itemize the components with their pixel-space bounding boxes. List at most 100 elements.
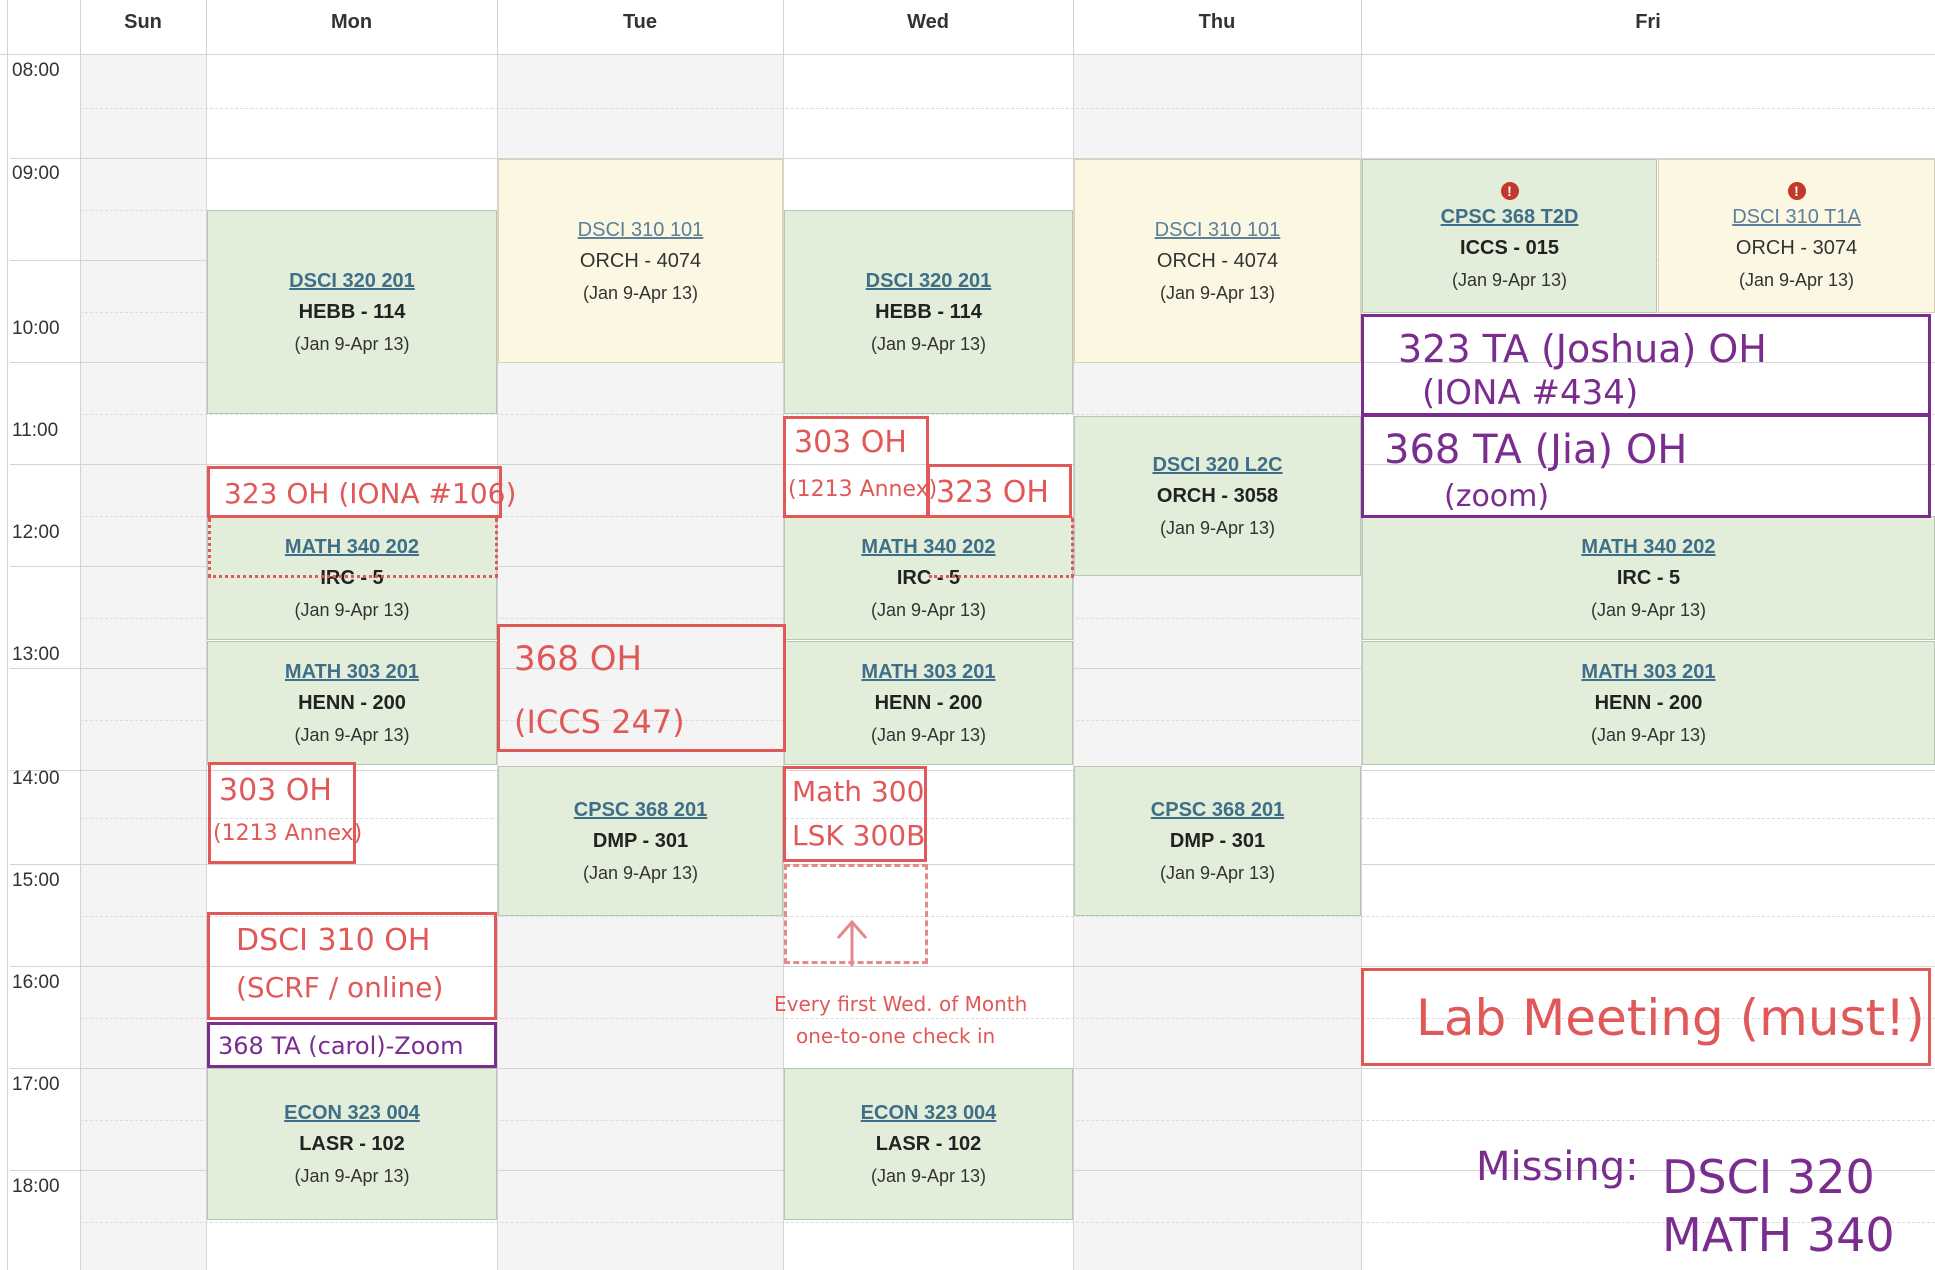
annotation-tue-368-oh: 368 OH (ICCS 247): [497, 624, 786, 752]
event-dates: (Jan 9-Apr 13): [294, 724, 410, 745]
event-mon-dsci320[interactable]: DSCI 320 201 HEBB - 114 (Jan 9-Apr 13): [207, 210, 497, 414]
event-title[interactable]: MATH 303 201: [1581, 661, 1715, 684]
event-location: HEBB - 114: [298, 300, 406, 323]
event-title[interactable]: ECON 323 004: [861, 1102, 997, 1125]
annotation-text: 323 TA (Joshua) OH: [1398, 327, 1767, 371]
event-title[interactable]: DSCI 310 101: [1155, 219, 1281, 242]
annotation-mon-dotted-box: [208, 518, 498, 578]
event-tue-dsci310[interactable]: DSCI 310 101 ORCH - 4074 (Jan 9-Apr 13): [498, 159, 783, 363]
event-location: LASR - 102: [875, 1132, 982, 1155]
day-header-wed: Wed: [907, 11, 949, 33]
event-wed-dsci320[interactable]: DSCI 320 201 HEBB - 114 (Jan 9-Apr 13): [784, 210, 1073, 414]
annotation-mon-dsci310-oh: DSCI 310 OH (SCRF / online): [207, 912, 497, 1020]
annotation-mon-323-oh: 323 OH (IONA #106): [207, 466, 516, 518]
event-location: HENN - 200: [298, 691, 406, 714]
event-title[interactable]: DSCI 320 201: [866, 270, 992, 293]
event-location: ORCH - 4074: [579, 249, 702, 272]
warning-icon[interactable]: !: [1500, 181, 1519, 200]
event-dates: (Jan 9-Apr 13): [870, 1165, 987, 1186]
event-title[interactable]: ECON 323 004: [284, 1102, 420, 1125]
annotation-text: DSCI 310 OH: [236, 923, 431, 958]
event-location: HENN - 200: [1594, 691, 1703, 714]
annotation-fri-lab-meeting: Lab Meeting (must!): [1361, 968, 1931, 1066]
event-location: ICCS - 015: [1460, 236, 1559, 259]
event-dates: (Jan 9-Apr 13): [294, 1165, 410, 1186]
event-wed-econ323[interactable]: ECON 323 004 LASR - 102 (Jan 9-Apr 13): [784, 1068, 1073, 1220]
warning-icon[interactable]: !: [1787, 181, 1806, 200]
day-header-fri: Fri: [1635, 11, 1661, 33]
event-title[interactable]: CPSC 368 201: [1151, 799, 1284, 822]
event-title[interactable]: DSCI 320 L2C: [1152, 454, 1282, 477]
event-mon-math303[interactable]: MATH 303 201 HENN - 200 (Jan 9-Apr 13): [207, 641, 497, 765]
event-title[interactable]: MATH 340 202: [1581, 536, 1715, 559]
event-fri-math340[interactable]: MATH 340 202 IRC - 5 (Jan 9-Apr 13): [1362, 516, 1935, 640]
grid-line: [80, 1222, 1935, 1223]
event-fri-math303[interactable]: MATH 303 201 HENN - 200 (Jan 9-Apr 13): [1362, 641, 1935, 765]
annotation-wed-math300: Math 300 LSK 300B: [783, 766, 927, 862]
grid-line: [10, 864, 1935, 865]
event-location: HEBB - 114: [875, 300, 982, 323]
day-header-thu: Thu: [1198, 11, 1236, 33]
event-title[interactable]: MATH 303 201: [285, 661, 419, 684]
time-label: 13:00: [12, 644, 60, 665]
annotation-text: Lab Meeting (must!): [1416, 989, 1925, 1047]
event-dates: (Jan 9-Apr 13): [1159, 282, 1276, 303]
event-title[interactable]: CPSC 368 T2D: [1441, 206, 1579, 229]
event-thu-cpsc368[interactable]: CPSC 368 201 DMP - 301 (Jan 9-Apr 13): [1074, 766, 1361, 916]
event-wed-math303[interactable]: MATH 303 201 HENN - 200 (Jan 9-Apr 13): [784, 641, 1073, 765]
missing-item: MATH 340: [1662, 1208, 1895, 1262]
event-dates: (Jan 9-Apr 13): [294, 599, 410, 620]
event-location: LASR - 102: [299, 1132, 405, 1155]
event-location: ORCH - 4074: [1156, 249, 1279, 272]
event-location: HENN - 200: [874, 691, 983, 714]
event-title[interactable]: DSCI 310 101: [578, 219, 704, 242]
time-label: 09:00: [12, 163, 60, 184]
annotation-fri-368-ta: 368 TA (Jia) OH (zoom): [1361, 414, 1931, 518]
event-thu-dsci320l[interactable]: DSCI 320 L2C ORCH - 3058 (Jan 9-Apr 13): [1074, 416, 1361, 576]
annotation-text: (zoom): [1444, 479, 1550, 514]
event-title[interactable]: DSCI 320 201: [289, 270, 415, 293]
annotation-text: LSK 300B: [792, 819, 926, 852]
annotation-wed-323-oh: 323 OH: [927, 464, 1072, 518]
annotation-text: (ICCS 247): [514, 703, 685, 741]
grid-line: [80, 0, 81, 1270]
annotation-text: 323 OH (IONA #106): [224, 477, 517, 510]
event-title[interactable]: MATH 303 201: [861, 661, 995, 684]
grid-line: [0, 54, 1935, 55]
event-dates: (Jan 9-Apr 13): [1159, 862, 1276, 883]
annotation-text: (SCRF / online): [236, 971, 444, 1004]
grid-line: [80, 108, 1935, 109]
event-dates: (Jan 9-Apr 13): [1738, 269, 1855, 290]
event-mon-econ323[interactable]: ECON 323 004 LASR - 102 (Jan 9-Apr 13): [207, 1068, 497, 1220]
event-dates: (Jan 9-Apr 13): [294, 333, 410, 354]
annotation-text: (1213 Annex): [213, 821, 363, 846]
annotation-text: 303 OH: [794, 425, 907, 460]
annotation-text: (IONA #434): [1422, 373, 1639, 413]
event-tue-cpsc368[interactable]: CPSC 368 201 DMP - 301 (Jan 9-Apr 13): [498, 766, 783, 916]
time-label: 11:00: [12, 420, 59, 441]
annotation-wed-note-line2: one-to-one check in: [796, 1024, 996, 1048]
event-thu-dsci310[interactable]: DSCI 310 101 ORCH - 4074 (Jan 9-Apr 13): [1074, 159, 1361, 363]
event-dates: (Jan 9-Apr 13): [582, 862, 699, 883]
event-fri-dsci310[interactable]: ! DSCI 310 T1A ORCH - 3074 (Jan 9-Apr 13…: [1658, 159, 1935, 313]
annotation-wed-note-line1: Every first Wed. of Month: [774, 992, 1028, 1016]
annotation-text: 323 OH: [936, 475, 1049, 510]
event-location: DMP - 301: [592, 829, 689, 852]
day-header-sun: Sun: [124, 11, 162, 33]
annotation-text: 368 TA (carol)-Zoom: [218, 1032, 464, 1060]
time-label: 14:00: [12, 768, 60, 789]
annotation-wed-dotted-box: [929, 518, 1074, 578]
event-dates: (Jan 9-Apr 13): [1590, 724, 1707, 745]
sun-column-bg: [80, 54, 206, 1270]
event-title[interactable]: DSCI 310 T1A: [1732, 206, 1861, 229]
annotation-text: 368 OH: [514, 639, 643, 679]
event-title[interactable]: CPSC 368 201: [574, 799, 707, 822]
event-fri-cpsc368[interactable]: ! CPSC 368 T2D ICCS - 015 (Jan 9-Apr 13): [1362, 159, 1657, 313]
time-label: 08:00: [12, 60, 60, 81]
event-dates: (Jan 9-Apr 13): [870, 333, 987, 354]
time-label: 18:00: [12, 1176, 60, 1197]
annotation-mon-368-ta: 368 TA (carol)-Zoom: [207, 1022, 497, 1068]
event-dates: (Jan 9-Apr 13): [870, 724, 987, 745]
event-location: ORCH - 3058: [1156, 484, 1279, 507]
annotation-text: Math 300: [792, 775, 925, 808]
